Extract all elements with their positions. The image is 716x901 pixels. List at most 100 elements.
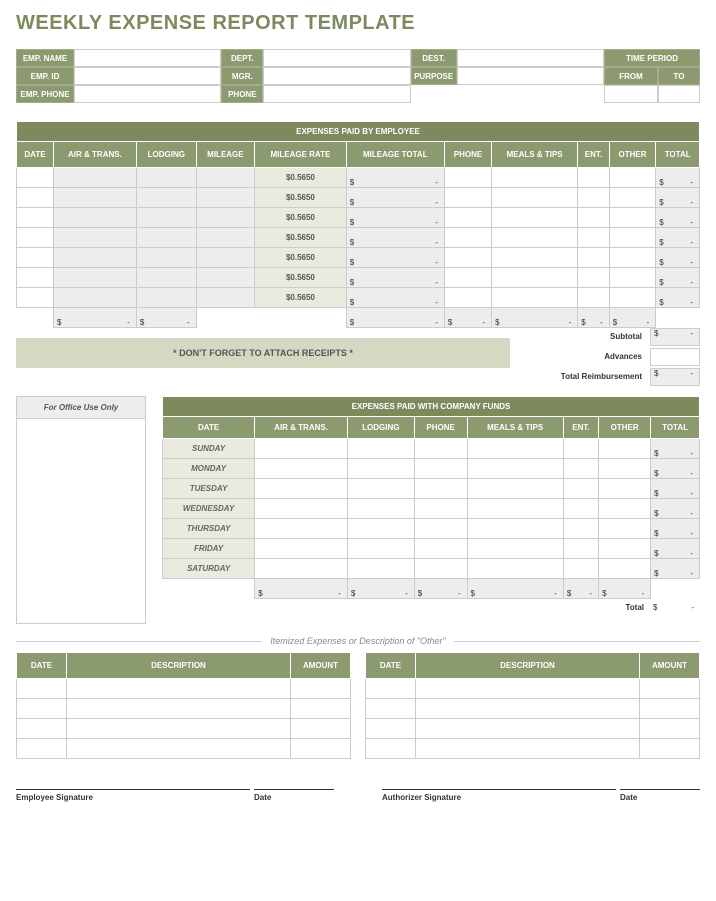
cell[interactable] — [599, 539, 651, 559]
cell[interactable] — [578, 208, 610, 228]
cell[interactable] — [467, 439, 563, 459]
cell[interactable] — [609, 288, 656, 308]
cell[interactable] — [467, 519, 563, 539]
cell[interactable] — [444, 248, 491, 268]
cell[interactable] — [17, 719, 67, 739]
cell[interactable] — [599, 559, 651, 579]
cell[interactable] — [347, 499, 414, 519]
cell[interactable] — [53, 268, 136, 288]
cell[interactable] — [563, 499, 598, 519]
cell[interactable] — [609, 228, 656, 248]
cell[interactable] — [578, 288, 610, 308]
cell[interactable] — [599, 479, 651, 499]
cell[interactable] — [467, 539, 563, 559]
cell[interactable] — [17, 699, 67, 719]
cell[interactable] — [67, 739, 291, 759]
field-purpose[interactable] — [457, 67, 604, 85]
cell[interactable] — [67, 699, 291, 719]
cell[interactable] — [563, 519, 598, 539]
cell[interactable] — [17, 248, 54, 268]
cell[interactable] — [609, 268, 656, 288]
cell[interactable] — [196, 268, 255, 288]
cell[interactable] — [492, 168, 578, 188]
cell[interactable] — [67, 679, 291, 699]
cell[interactable] — [609, 188, 656, 208]
cell[interactable] — [640, 679, 700, 699]
emp-date-line[interactable]: Date — [254, 789, 334, 802]
cell[interactable] — [416, 699, 640, 719]
cell[interactable] — [255, 439, 348, 459]
cell[interactable] — [136, 248, 196, 268]
cell[interactable] — [467, 559, 563, 579]
cell[interactable] — [255, 459, 348, 479]
cell[interactable] — [492, 208, 578, 228]
cell[interactable] — [444, 188, 491, 208]
cell[interactable] — [414, 539, 467, 559]
cell[interactable] — [291, 739, 351, 759]
cell[interactable] — [347, 479, 414, 499]
cell[interactable] — [255, 479, 348, 499]
cell[interactable] — [136, 188, 196, 208]
cell[interactable] — [492, 248, 578, 268]
cell[interactable] — [53, 168, 136, 188]
cell[interactable] — [578, 168, 610, 188]
cell[interactable] — [136, 228, 196, 248]
cell[interactable] — [366, 739, 416, 759]
cell[interactable] — [444, 228, 491, 248]
cell[interactable] — [599, 439, 651, 459]
cell[interactable] — [563, 439, 598, 459]
field-mgr[interactable] — [263, 67, 410, 85]
field-emp-id[interactable] — [74, 67, 221, 85]
cell[interactable] — [563, 459, 598, 479]
field-dept[interactable] — [263, 49, 410, 67]
cell[interactable] — [53, 288, 136, 308]
authorizer-signature-line[interactable]: Authorizer Signature — [382, 789, 616, 802]
cell[interactable] — [366, 719, 416, 739]
cell[interactable] — [444, 268, 491, 288]
cell[interactable] — [563, 479, 598, 499]
cell[interactable] — [53, 228, 136, 248]
cell[interactable] — [196, 168, 255, 188]
advances-value[interactable] — [650, 348, 700, 366]
cell[interactable] — [255, 519, 348, 539]
cell[interactable] — [416, 719, 640, 739]
cell[interactable] — [609, 168, 656, 188]
cell[interactable] — [609, 208, 656, 228]
cell[interactable] — [599, 459, 651, 479]
cell[interactable] — [467, 479, 563, 499]
cell[interactable] — [563, 539, 598, 559]
field-to[interactable] — [658, 85, 700, 103]
cell[interactable] — [414, 439, 467, 459]
cell[interactable] — [366, 679, 416, 699]
auth-date-line[interactable]: Date — [620, 789, 700, 802]
cell[interactable] — [255, 559, 348, 579]
cell[interactable] — [414, 499, 467, 519]
cell[interactable] — [196, 248, 255, 268]
cell[interactable] — [640, 719, 700, 739]
cell[interactable] — [599, 519, 651, 539]
cell[interactable] — [347, 539, 414, 559]
cell[interactable] — [492, 228, 578, 248]
cell[interactable] — [563, 559, 598, 579]
cell[interactable] — [17, 188, 54, 208]
cell[interactable] — [366, 699, 416, 719]
cell[interactable] — [578, 188, 610, 208]
cell[interactable] — [17, 228, 54, 248]
cell[interactable] — [414, 459, 467, 479]
cell[interactable] — [196, 228, 255, 248]
cell[interactable] — [414, 519, 467, 539]
cell[interactable] — [67, 719, 291, 739]
cell[interactable] — [347, 459, 414, 479]
cell[interactable] — [53, 188, 136, 208]
cell[interactable] — [136, 208, 196, 228]
cell[interactable] — [578, 268, 610, 288]
cell[interactable] — [444, 208, 491, 228]
cell[interactable] — [414, 479, 467, 499]
cell[interactable] — [640, 699, 700, 719]
cell[interactable] — [196, 208, 255, 228]
cell[interactable] — [444, 168, 491, 188]
cell[interactable] — [291, 699, 351, 719]
cell[interactable] — [578, 248, 610, 268]
cell[interactable] — [17, 679, 67, 699]
field-dest[interactable] — [457, 49, 604, 67]
